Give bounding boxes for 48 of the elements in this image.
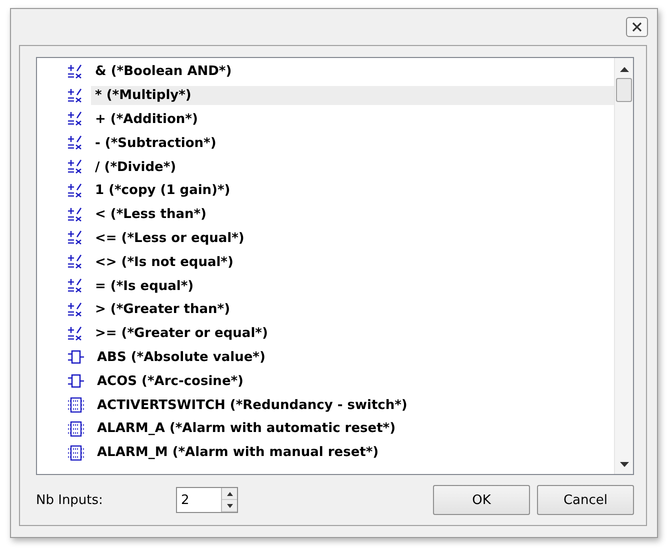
block-icon (67, 444, 85, 461)
decrement-button[interactable] (222, 500, 237, 512)
scroll-up-icon (620, 66, 628, 72)
close-icon (632, 22, 642, 32)
increment-button[interactable] (222, 488, 237, 500)
math-operators-icon (67, 278, 83, 294)
list-item[interactable]: = (*Is equal*) (91, 276, 198, 296)
down-arrow-icon (226, 504, 232, 508)
scrollbar[interactable] (614, 58, 633, 474)
math-operators-icon (67, 64, 83, 80)
list-item[interactable]: ALARM_M (*Alarm with manual reset*) (93, 443, 383, 462)
block-icon (67, 397, 85, 414)
math-operators-icon (67, 230, 83, 246)
scroll-down-icon (620, 462, 628, 468)
list-item[interactable]: ACTIVERTSWITCH (*Redundancy - switch*) (93, 396, 412, 415)
list-item[interactable]: ABS (*Absolute value*) (93, 348, 270, 367)
list-item[interactable]: > (*Greater than*) (91, 300, 234, 320)
dialog-button[interactable]: OK (433, 485, 530, 515)
dialog-button[interactable]: Cancel (537, 485, 634, 515)
math-operators-icon (67, 326, 83, 342)
block-icon (67, 420, 85, 437)
list-item[interactable]: & (*Boolean AND*) (91, 62, 236, 82)
close-button[interactable] (626, 17, 648, 37)
list-item[interactable]: >= (*Greater or equal*) (91, 324, 272, 344)
list-item[interactable]: <= (*Less or equal*) (91, 228, 248, 248)
math-operators-icon (67, 182, 83, 199)
math-operators-icon (67, 111, 83, 128)
math-operators-icon (67, 159, 83, 176)
list-item[interactable]: ACOS (*Arc-cosine*) (93, 372, 248, 391)
math-operators-icon (67, 206, 83, 223)
nb-inputs-label: Nb Inputs: (36, 492, 104, 508)
up-arrow-icon (226, 492, 232, 496)
list-item[interactable]: < (*Less than*) (91, 205, 210, 224)
list-item[interactable]: + (*Addition*) (91, 110, 202, 129)
math-operators-icon (67, 135, 83, 152)
function-block-icon (67, 349, 85, 366)
scroll-thumb[interactable] (616, 78, 632, 102)
function-block-icon (67, 373, 85, 390)
math-operators-icon (67, 254, 83, 270)
nb-inputs-spinner[interactable]: 2 (176, 487, 238, 513)
list-item[interactable]: - (*Subtraction*) (91, 134, 220, 153)
list-item[interactable]: 1 (*copy (1 gain)*) (91, 181, 234, 200)
list-item[interactable]: ALARM_A (*Alarm with automatic reset*) (93, 419, 400, 438)
list-item[interactable]: * (*Multiply*) (91, 86, 614, 106)
math-operators-icon (67, 302, 83, 318)
math-operators-icon (67, 88, 83, 104)
list-item[interactable]: / (*Divide*) (91, 158, 180, 177)
list-item[interactable]: <> (*Is not equal*) (91, 252, 238, 272)
